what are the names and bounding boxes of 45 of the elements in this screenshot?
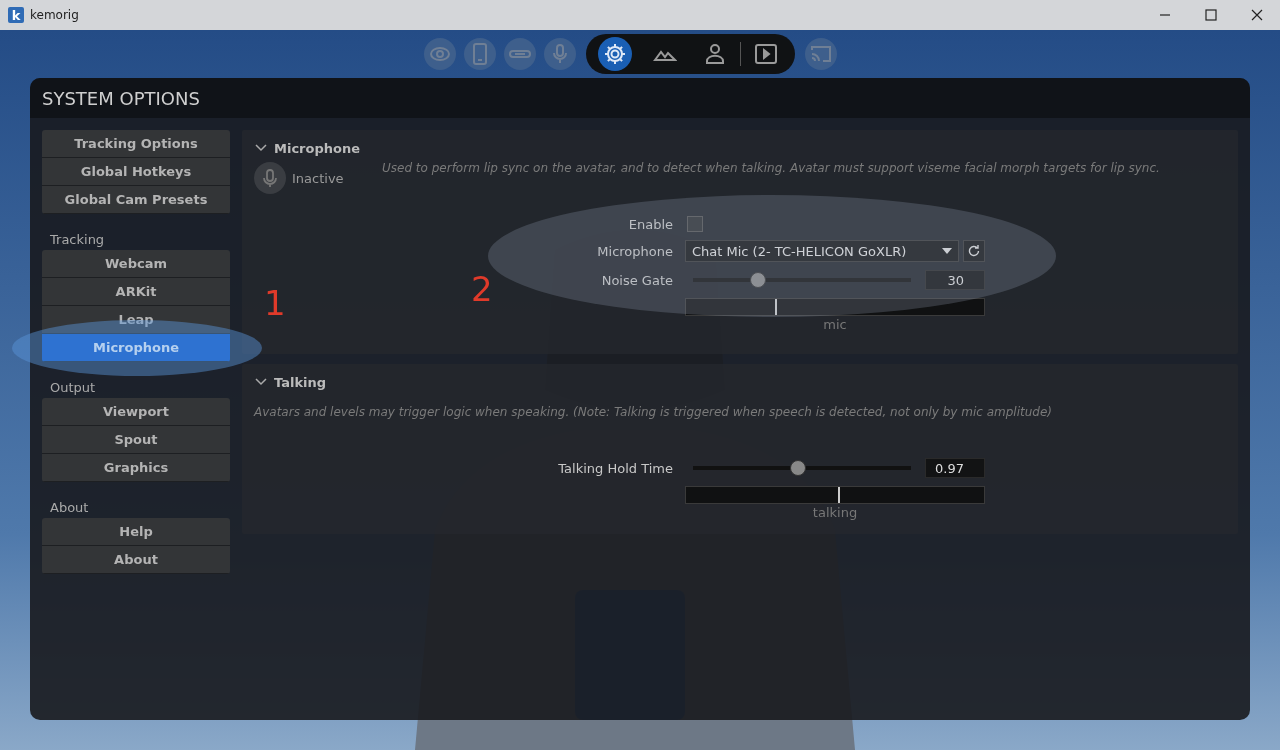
refresh-icon (967, 244, 981, 258)
sidebar-item[interactable]: Webcam (42, 250, 230, 278)
close-icon[interactable] (1251, 9, 1263, 21)
sidebar-item[interactable]: Global Cam Presets (42, 186, 230, 214)
microphone-icon (254, 162, 286, 194)
value-field[interactable]: 30 (925, 270, 985, 290)
microphone-dropdown[interactable]: Chat Mic (2- TC-HELICON GoXLR) (685, 240, 959, 262)
value-field[interactable]: 0.97 (925, 458, 985, 478)
sidebar-item[interactable]: Tracking Options (42, 130, 230, 158)
sidebar-item[interactable]: Graphics (42, 454, 230, 482)
section-description: Used to perform lip sync on the avatar, and to detect when talking. Avatar must support viseme facial morph targets for lip sync. (382, 161, 1160, 175)
sidebar-item[interactable]: Microphone (42, 334, 230, 362)
field-label: Enable (627, 216, 673, 232)
maximize-icon[interactable] (1205, 9, 1217, 21)
slider-thumb[interactable] (750, 272, 767, 288)
meter-caption: mic (822, 317, 848, 332)
sidebar-item[interactable]: Help (42, 518, 230, 546)
refresh-button[interactable] (963, 240, 985, 262)
sidebar-item[interactable]: Global Hotkeys (42, 158, 230, 186)
section-title[interactable]: Microphone (274, 140, 360, 156)
annotation-number: 2 (471, 272, 493, 306)
sidebar-item[interactable]: About (42, 546, 230, 574)
status-label: Inactive (292, 170, 345, 186)
checkbox[interactable] (687, 216, 703, 232)
slider-thumb[interactable] (789, 460, 806, 476)
gear-tab[interactable] (585, 34, 640, 74)
sidebar-item[interactable]: Spout (42, 426, 230, 454)
play-icon (753, 42, 778, 66)
app-logo: k (8, 7, 24, 23)
sidebar-heading: Tracking (49, 231, 106, 249)
field-label: Talking Hold Time (557, 460, 673, 476)
sidebar-heading: Output (49, 379, 97, 397)
sidebar-heading: About (49, 499, 90, 517)
section-description: Avatars and levels may trigger logic when speaking. (Note: Talking is triggered when speech is detected, not only by mic amplitude) (254, 405, 1053, 419)
caret-icon (942, 248, 952, 254)
meter-caption: talking (811, 505, 859, 520)
annotation-number: 1 (264, 286, 286, 320)
field-label: Noise Gate (600, 272, 673, 288)
gear-icon (597, 37, 632, 71)
sidebar-item[interactable]: Viewport (42, 398, 230, 426)
window-title: kemorig (30, 8, 79, 22)
sidebar-item[interactable]: ARKit (42, 278, 230, 306)
field-label: Microphone (596, 243, 673, 259)
panel-title: SYSTEM OPTIONS (30, 78, 1250, 118)
section-title[interactable]: Talking (274, 374, 327, 390)
